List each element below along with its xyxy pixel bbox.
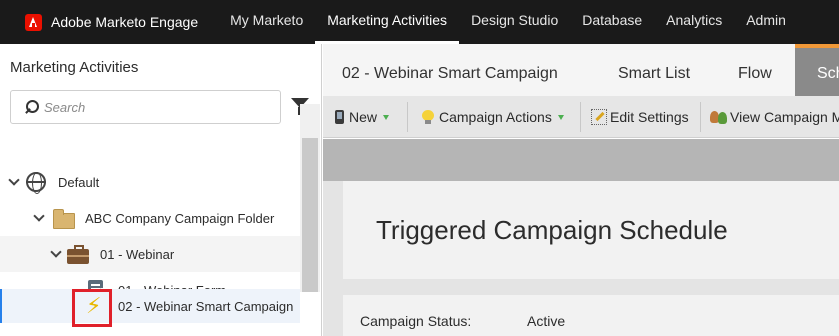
new-icon [335, 110, 344, 124]
edit-settings-icon [591, 109, 607, 125]
schedule-header-card: Triggered Campaign Schedule [343, 181, 839, 279]
nav-my-marketo[interactable]: My Marketo [218, 0, 315, 44]
dropdown-caret-icon [383, 114, 390, 120]
campaign-actions-button[interactable]: Campaign Actions [422, 96, 564, 138]
tree-item-default[interactable]: Default [0, 164, 300, 200]
tab-bar: 02 - Webinar Smart Campaign Smart List F… [323, 44, 839, 96]
tree-item-label: 02 - Webinar Smart Campaign [118, 298, 294, 314]
brand[interactable]: Adobe Marketo Engage [0, 0, 218, 44]
tree-item-label: Default [58, 174, 100, 190]
edit-settings-button[interactable]: Edit Settings [591, 96, 689, 138]
nav-design-studio[interactable]: Design Studio [459, 0, 570, 44]
toolbar-divider [407, 102, 408, 132]
chevron-down-icon[interactable] [51, 248, 61, 258]
tab-flow[interactable]: Flow [738, 44, 772, 96]
chevron-down-icon[interactable] [9, 176, 19, 186]
tree-item-01-webinar[interactable]: 01 - Webinar [0, 236, 300, 272]
toolbar-divider [580, 102, 581, 132]
globe-icon [26, 172, 46, 194]
panel-title: Marketing Activities [10, 59, 139, 76]
campaign-status-value: Active [527, 313, 566, 329]
subheader-bar [323, 139, 839, 181]
search-box[interactable] [10, 90, 281, 124]
brand-name: Adobe Marketo Engage [51, 14, 199, 30]
page-title: Triggered Campaign Schedule [376, 215, 728, 245]
lightbulb-icon [422, 110, 434, 124]
chevron-down-icon[interactable] [34, 212, 44, 222]
campaign-actions-label: Campaign Actions [439, 109, 552, 125]
tree-scrollbar-thumb[interactable] [302, 138, 318, 292]
dropdown-caret-icon [557, 114, 564, 120]
toolbar-divider [700, 102, 701, 132]
tab-smart-list[interactable]: Smart List [618, 44, 690, 96]
tab-campaign-name[interactable]: 02 - Webinar Smart Campaign [342, 44, 558, 96]
new-label: New [349, 109, 378, 125]
toolbar: New Campaign Actions Edit Settings View … [323, 96, 839, 138]
briefcase-icon [67, 245, 89, 264]
view-campaign-members-button[interactable]: View Campaign M [710, 96, 839, 138]
tree-item-label: ABC Company Campaign Folder [85, 210, 275, 226]
campaign-status-label: Campaign Status: [360, 313, 472, 329]
view-campaign-label: View Campaign M [730, 109, 839, 125]
people-icon [710, 109, 728, 125]
highlight-box [72, 289, 112, 327]
new-button[interactable]: New [335, 96, 390, 138]
search-input[interactable] [44, 99, 264, 115]
tree-item-abc-company-campaign-folder[interactable]: ABC Company Campaign Folder [0, 200, 300, 236]
adobe-logo-icon [25, 13, 42, 31]
edit-settings-label: Edit Settings [610, 109, 689, 125]
tab-accent-bar [795, 44, 839, 48]
nav-admin[interactable]: Admin [734, 0, 798, 44]
nav-analytics[interactable]: Analytics [654, 0, 734, 44]
tab-schedule[interactable]: Sch [795, 44, 839, 96]
tree-item-02-webinar-smart-campaign[interactable]: ⚡ 02 - Webinar Smart Campaign [0, 289, 300, 323]
folder-icon [53, 209, 75, 229]
search-icon [23, 99, 39, 115]
nav-database[interactable]: Database [570, 0, 654, 44]
top-nav-bar: Adobe Marketo Engage My Marketo Marketin… [0, 0, 839, 44]
campaign-status-card: Campaign Status: Active [343, 295, 839, 336]
nav-marketing-activities[interactable]: Marketing Activities [315, 0, 459, 44]
tree-item-label: 01 - Webinar [100, 246, 175, 262]
